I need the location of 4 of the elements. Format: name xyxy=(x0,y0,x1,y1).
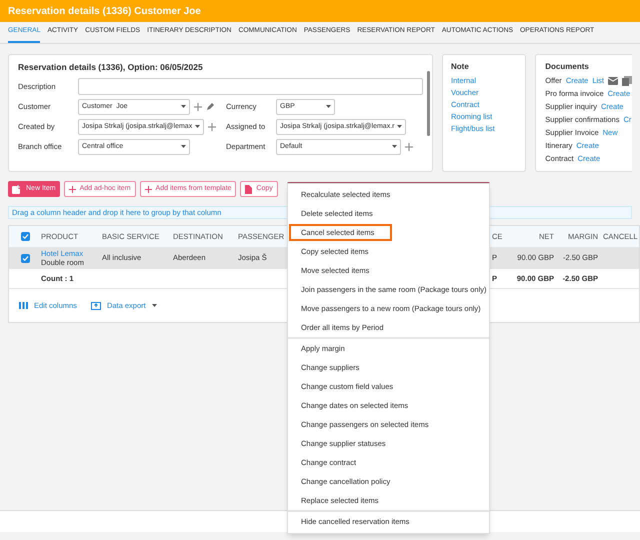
panel-title: Note xyxy=(451,61,470,73)
panel-title: Documents xyxy=(545,61,590,73)
panel-title: Reservation details (1336), Option: 06/05/2025 xyxy=(18,61,204,74)
window-title: Reservation details (1336) Customer Joe xyxy=(8,4,201,18)
